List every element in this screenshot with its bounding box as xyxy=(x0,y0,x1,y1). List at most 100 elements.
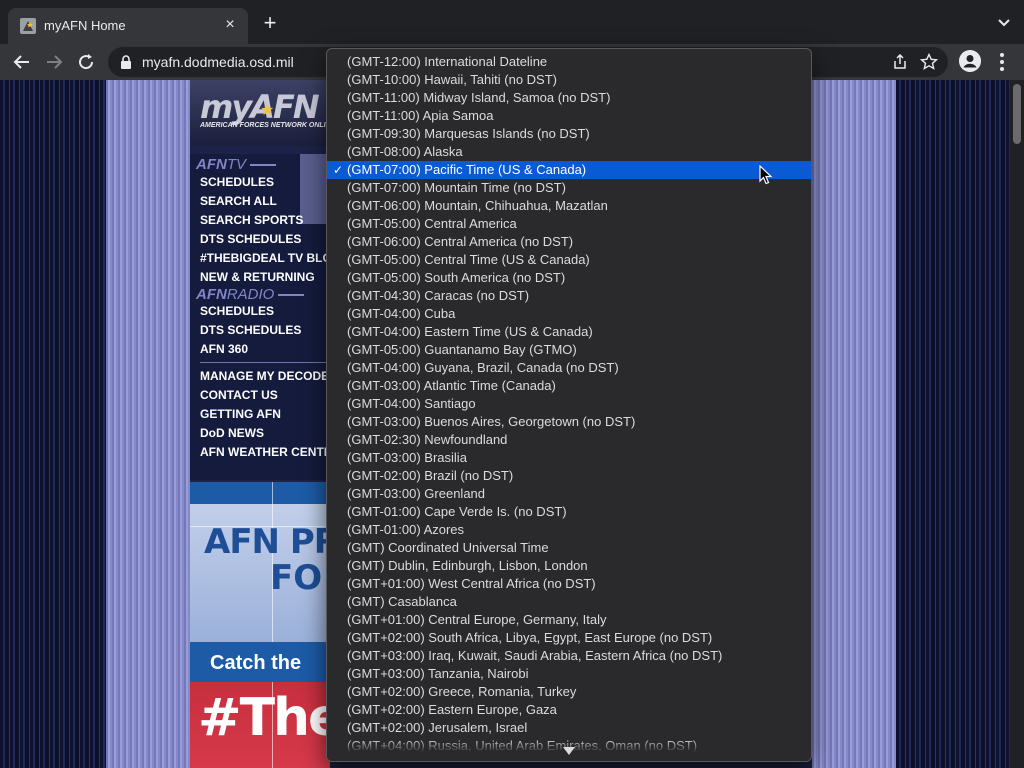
promo-banner[interactable]: AFN PR FO Catch the #The xyxy=(190,482,330,768)
nav-item-radio-dts-schedules[interactable]: DTS SCHEDULES xyxy=(200,323,301,337)
timezone-option-label: (GMT) Coordinated Universal Time xyxy=(347,540,549,555)
timezone-option-label: (GMT-05:00) Guantanamo Bay (GTMO) xyxy=(347,342,577,357)
timezone-option[interactable]: (GMT-07:00) Mountain Time (no DST) xyxy=(327,179,811,197)
site-favicon-icon xyxy=(20,18,36,34)
timezone-option[interactable]: (GMT+02:00) Jerusalem, Israel xyxy=(327,719,811,737)
timezone-option[interactable]: (GMT-03:00) Greenland xyxy=(327,485,811,503)
timezone-option[interactable]: (GMT-03:00) Buenos Aires, Georgetown (no… xyxy=(327,413,811,431)
banner-headline: AFN PR xyxy=(204,522,330,562)
page-scrollbar-thumb[interactable] xyxy=(1013,84,1021,144)
profile-avatar-icon[interactable] xyxy=(959,50,981,72)
timezone-option-label: (GMT+02:00) Eastern Europe, Gaza xyxy=(347,702,557,717)
site-logo[interactable]: myAFN ★ AMERICAN FORCES NETWORK ONLINE xyxy=(190,80,335,146)
nav-item-getting-afn[interactable]: GETTING AFN xyxy=(200,407,281,421)
tab-strip: myAFN Home × + xyxy=(0,0,1024,44)
nav-item-contact-us[interactable]: CONTACT US xyxy=(200,388,278,402)
close-tab-icon[interactable]: × xyxy=(220,15,240,35)
timezone-option-label: (GMT+02:00) South Africa, Libya, Egypt, … xyxy=(347,630,713,645)
share-icon[interactable] xyxy=(892,54,908,70)
background-stripes-left xyxy=(0,80,106,768)
nav-item-manage-decoder[interactable]: MANAGE MY DECODER xyxy=(200,369,338,383)
timezone-option[interactable]: (GMT-08:00) Alaska xyxy=(327,143,811,161)
timezone-option[interactable]: (GMT-05:00) Guantanamo Bay (GTMO) xyxy=(327,341,811,359)
timezone-option[interactable]: (GMT-11:00) Apia Samoa xyxy=(327,107,811,125)
timezone-option[interactable]: (GMT) Casablanca xyxy=(327,593,811,611)
nav-item-weather-center[interactable]: AFN WEATHER CENTER xyxy=(200,445,340,459)
timezone-option-label: (GMT-07:00) Pacific Time (US & Canada) xyxy=(347,162,587,177)
banner-catch-text: Catch the xyxy=(210,652,302,674)
timezone-option[interactable]: (GMT-04:30) Caracas (no DST) xyxy=(327,287,811,305)
timezone-option[interactable]: (GMT-02:30) Newfoundland xyxy=(327,431,811,449)
timezone-option[interactable]: ✓ (GMT-07:00) Pacific Time (US & Canada) xyxy=(327,161,811,179)
nav-item-radio-schedules[interactable]: SCHEDULES xyxy=(200,304,274,318)
nav-item-new-returning[interactable]: NEW & RETURNING xyxy=(200,270,315,284)
browser-tab[interactable]: myAFN Home × xyxy=(8,8,248,44)
nav-item-tv-schedules[interactable]: SCHEDULES xyxy=(200,175,274,189)
timezone-option[interactable]: (GMT-11:00) Midway Island, Samoa (no DST… xyxy=(327,89,811,107)
nav-divider xyxy=(200,362,330,363)
checkmark-icon: ✓ xyxy=(333,163,344,177)
timezone-option[interactable]: (GMT+03:00) Tanzania, Nairobi xyxy=(327,665,811,683)
timezone-option[interactable]: (GMT-10:00) Hawaii, Tahiti (no DST) xyxy=(327,71,811,89)
nav-item-tv-dts-schedules[interactable]: DTS SCHEDULES xyxy=(200,232,301,246)
reload-icon[interactable] xyxy=(74,50,98,74)
timezone-dropdown[interactable]: (GMT-12:00) International Dateline (GMT-1… xyxy=(326,48,812,762)
timezone-option[interactable]: (GMT-04:00) Santiago xyxy=(327,395,811,413)
logo-star-icon: ★ xyxy=(260,102,275,119)
timezone-option[interactable]: (GMT-03:00) Brasilia xyxy=(327,449,811,467)
timezone-option-label: (GMT-10:00) Hawaii, Tahiti (no DST) xyxy=(347,72,557,87)
nav-item-bigdeal-blog[interactable]: #THEBIGDEAL TV BLOG xyxy=(200,251,341,265)
timezone-option[interactable]: (GMT-04:00) Guyana, Brazil, Canada (no D… xyxy=(327,359,811,377)
page-scrollbar[interactable] xyxy=(1010,80,1024,768)
timezone-option[interactable]: (GMT-01:00) Cape Verde Is. (no DST) xyxy=(327,503,811,521)
timezone-option[interactable]: (GMT+02:00) Greece, Romania, Turkey xyxy=(327,683,811,701)
new-tab-icon[interactable]: + xyxy=(258,12,282,36)
timezone-option[interactable]: (GMT-05:00) South America (no DST) xyxy=(327,269,811,287)
timezone-option-label: (GMT-05:00) Central Time (US & Canada) xyxy=(347,252,590,267)
timezone-option-label: (GMT-04:00) Guyana, Brazil, Canada (no D… xyxy=(347,360,619,375)
timezone-option[interactable]: (GMT-01:00) Azores xyxy=(327,521,811,539)
nav-item-afn-360[interactable]: AFN 360 xyxy=(200,342,248,356)
nav-item-dod-news[interactable]: DoD NEWS xyxy=(200,426,264,440)
background-stripes-blue-left xyxy=(106,80,190,768)
timezone-option-label: (GMT+03:00) Tanzania, Nairobi xyxy=(347,666,529,681)
timezone-option[interactable]: (GMT+03:00) Iraq, Kuwait, Saudi Arabia, … xyxy=(327,647,811,665)
timezone-option[interactable]: (GMT+02:00) South Africa, Libya, Egypt, … xyxy=(327,629,811,647)
scroll-down-arrow-icon[interactable] xyxy=(563,747,575,755)
nav-item-search-all[interactable]: SEARCH ALL xyxy=(200,194,277,208)
bookmark-star-icon[interactable] xyxy=(920,53,938,71)
timezone-option-label: (GMT-04:30) Caracas (no DST) xyxy=(347,288,530,303)
timezone-option[interactable]: (GMT+02:00) Eastern Europe, Gaza xyxy=(327,701,811,719)
back-arrow-icon[interactable] xyxy=(10,50,34,74)
timezone-option[interactable]: (GMT-05:00) Central Time (US & Canada) xyxy=(327,251,811,269)
timezone-option-label: (GMT+02:00) Jerusalem, Israel xyxy=(347,720,528,735)
forward-arrow-icon[interactable] xyxy=(42,50,66,74)
timezone-option[interactable]: (GMT-04:00) Eastern Time (US & Canada) xyxy=(327,323,811,341)
timezone-option[interactable]: (GMT-09:30) Marquesas Islands (no DST) xyxy=(327,125,811,143)
nav-heading-radio: AFNRADIO xyxy=(196,286,305,303)
timezone-option-label: (GMT-03:00) Buenos Aires, Georgetown (no… xyxy=(347,414,636,429)
timezone-option-label: (GMT-11:00) Midway Island, Samoa (no DST… xyxy=(347,90,611,105)
timezone-option[interactable]: (GMT-06:00) Central America (no DST) xyxy=(327,233,811,251)
timezone-option[interactable]: (GMT-05:00) Central America xyxy=(327,215,811,233)
timezone-option[interactable]: (GMT+01:00) Central Europe, Germany, Ita… xyxy=(327,611,811,629)
timezone-option-label: (GMT-04:00) Cuba xyxy=(347,306,456,321)
lock-icon[interactable] xyxy=(120,55,132,69)
url-text[interactable]: myafn.dodmedia.osd.mil xyxy=(142,54,294,70)
timezone-option[interactable]: (GMT+01:00) West Central Africa (no DST) xyxy=(327,575,811,593)
timezone-option[interactable]: (GMT) Dublin, Edinburgh, Lisbon, London xyxy=(327,557,811,575)
timezone-option-label: (GMT-09:30) Marquesas Islands (no DST) xyxy=(347,126,590,141)
more-menu-icon[interactable] xyxy=(996,50,1008,74)
timezone-option[interactable]: (GMT) Coordinated Universal Time xyxy=(327,539,811,557)
timezone-option-label: (GMT-02:00) Brazil (no DST) xyxy=(347,468,514,483)
timezone-option[interactable]: (GMT-02:00) Brazil (no DST) xyxy=(327,467,811,485)
timezone-option-label: (GMT-05:00) South America (no DST) xyxy=(347,270,566,285)
timezone-option[interactable]: (GMT-03:00) Atlantic Time (Canada) xyxy=(327,377,811,395)
timezone-option[interactable]: (GMT-04:00) Cuba xyxy=(327,305,811,323)
logo-tagline: AMERICAN FORCES NETWORK ONLINE xyxy=(200,122,336,129)
nav-item-search-sports[interactable]: SEARCH SPORTS xyxy=(200,213,303,227)
timezone-option-label: (GMT-01:00) Azores xyxy=(347,522,465,537)
timezone-option[interactable]: (GMT-06:00) Mountain, Chihuahua, Mazatla… xyxy=(327,197,811,215)
chevron-down-icon[interactable] xyxy=(996,14,1012,30)
timezone-option[interactable]: (GMT-12:00) International Dateline xyxy=(327,53,811,71)
